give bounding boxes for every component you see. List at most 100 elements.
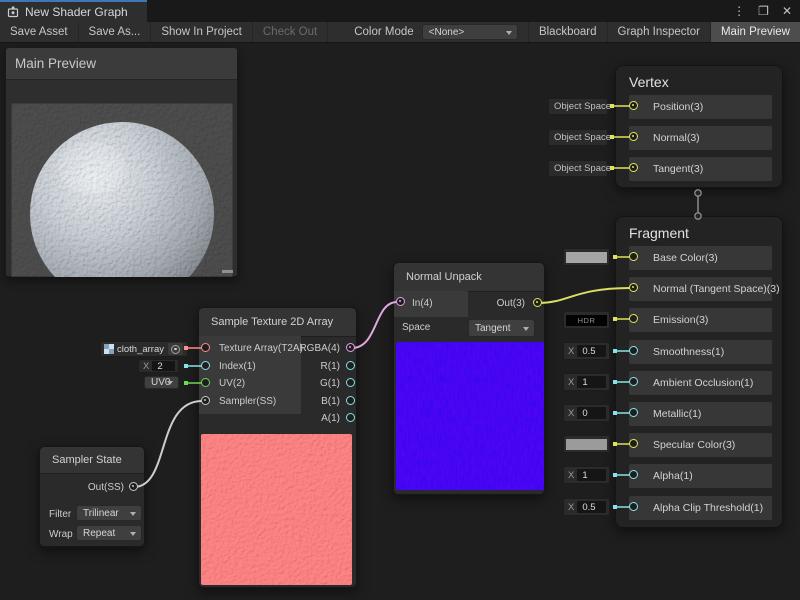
save-as-button[interactable]: Save As...: [79, 22, 152, 42]
shader-graph-canvas[interactable]: Main Preview Ver: [0, 0, 800, 600]
filter-dropdown[interactable]: Trilinear: [76, 505, 142, 521]
window-maximize-button[interactable]: ❐: [758, 0, 769, 22]
port-a-out[interactable]: [346, 413, 355, 422]
uv-channel-dropdown[interactable]: UV0: [144, 376, 179, 389]
wrap-value: Repeat: [83, 528, 115, 539]
metallic-field[interactable]: X 0: [563, 404, 610, 422]
smoothness-field[interactable]: X 0.5: [563, 342, 610, 360]
in-label: In(4): [412, 298, 433, 309]
alpha-value[interactable]: 1: [577, 469, 606, 481]
main-preview-toggle[interactable]: Main Preview: [710, 22, 800, 42]
main-preview-header[interactable]: Main Preview: [6, 48, 237, 80]
slot-ambient-occlusion[interactable]: Ambient Occlusion(1): [629, 371, 772, 395]
port-specular-color[interactable]: [629, 439, 638, 448]
x-label: X: [568, 408, 574, 419]
color-swatch: [566, 439, 607, 450]
x-label: X: [568, 470, 574, 481]
alpha-clip-field[interactable]: X 0.5: [563, 498, 610, 516]
slot-alpha-clip-threshold[interactable]: Alpha Clip Threshold(1): [629, 496, 772, 520]
port-rgba-out[interactable]: [346, 343, 355, 352]
port-normal-tangent-space[interactable]: [629, 283, 638, 292]
window-menu-button[interactable]: ⋮: [733, 0, 745, 22]
slot-base-color[interactable]: Base Color(3): [629, 246, 772, 270]
color-mode-value: <None>: [429, 27, 465, 38]
badge-port-dot: [610, 166, 614, 170]
slot-metallic[interactable]: Metallic(1): [629, 402, 772, 426]
widget-port-dot: [184, 381, 188, 385]
port-base-color[interactable]: [629, 252, 638, 261]
port-index-in[interactable]: [201, 361, 210, 370]
slot-specular-color[interactable]: Specular Color(3): [629, 433, 772, 457]
widget-port-dot: [613, 442, 617, 446]
blackboard-toggle[interactable]: Blackboard: [528, 22, 607, 42]
metallic-value[interactable]: 0: [577, 407, 606, 419]
panel-resize-grip[interactable]: [222, 270, 233, 273]
ambient-occlusion-value[interactable]: 1: [577, 376, 606, 388]
port-unpack-in[interactable]: [396, 297, 405, 306]
widget-port-dot: [613, 380, 617, 384]
port-vertex-normal[interactable]: [629, 132, 638, 141]
normal-unpack-node[interactable]: Normal Unpack In(4) Out(3) Space Tangent: [393, 262, 545, 495]
edge-rgba-to-in[interactable]: [352, 302, 397, 348]
vertex-node[interactable]: Vertex Position(3) Normal(3) Tangent(3): [615, 65, 783, 188]
show-in-project-button[interactable]: Show In Project: [151, 22, 253, 42]
slot-label: Alpha Clip Threshold(1): [653, 502, 763, 514]
widget-port-dot: [613, 505, 617, 509]
slot-normal[interactable]: Normal(3): [629, 126, 772, 150]
port-texture-array-in[interactable]: [201, 343, 210, 352]
slot-normal-ts[interactable]: Normal (Tangent Space)(3): [629, 277, 772, 301]
port-b-out[interactable]: [346, 396, 355, 405]
port-emission[interactable]: [629, 314, 638, 323]
slot-position[interactable]: Position(3): [629, 95, 772, 119]
uv-channel-value: UV0: [151, 377, 170, 388]
tab-new-shader-graph[interactable]: New Shader Graph: [0, 0, 147, 22]
wrap-dropdown[interactable]: Repeat: [76, 525, 142, 541]
index-value[interactable]: 2: [152, 361, 175, 371]
specular-color-swatch[interactable]: [563, 435, 610, 453]
sampler-state-node[interactable]: Sampler State Out(SS) Filter Trilinear W…: [39, 446, 145, 547]
vertex-node-title: Vertex: [629, 74, 669, 90]
sample-texture-2d-array-node[interactable]: Sample Texture 2D Array Texture Array(T2…: [198, 307, 357, 588]
color-mode-dropdown[interactable]: <None>: [422, 24, 518, 40]
space-dropdown[interactable]: Tangent: [468, 319, 535, 337]
port-vertex-tangent[interactable]: [629, 163, 638, 172]
port-sampler-in[interactable]: [201, 396, 210, 405]
port-r-out[interactable]: [346, 361, 355, 370]
slot-emission[interactable]: Emission(3): [629, 308, 772, 332]
check-out-button: Check Out: [253, 22, 328, 42]
object-picker-button[interactable]: [168, 343, 183, 355]
smoothness-value[interactable]: 0.5: [577, 345, 606, 357]
shader-graph-icon: [7, 6, 19, 18]
port-smoothness[interactable]: [629, 346, 638, 355]
graph-inspector-toggle[interactable]: Graph Inspector: [607, 22, 710, 42]
tab-bar: New Shader Graph ⋮ ❐ ✕: [0, 0, 800, 22]
alpha-field[interactable]: X 1: [563, 466, 610, 484]
fragment-node-title: Fragment: [629, 225, 689, 241]
binding-badge-normal[interactable]: Object Space: [548, 129, 608, 146]
window-close-button[interactable]: ✕: [782, 0, 792, 22]
slot-alpha[interactable]: Alpha(1): [629, 464, 772, 488]
save-asset-button[interactable]: Save Asset: [0, 22, 79, 42]
port-uv-in[interactable]: [201, 378, 210, 387]
ambient-occlusion-field[interactable]: X 1: [563, 373, 610, 391]
texture-array-object-field[interactable]: cloth_array: [100, 341, 188, 357]
emission-hdr-swatch[interactable]: HDR: [563, 311, 610, 329]
main-preview-panel[interactable]: Main Preview: [5, 47, 238, 277]
index-input-field[interactable]: X 2: [138, 359, 179, 373]
port-unpack-out[interactable]: [533, 298, 542, 307]
port-metallic[interactable]: [629, 408, 638, 417]
port-alpha-clip-threshold[interactable]: [629, 502, 638, 511]
slot-smoothness[interactable]: Smoothness(1): [629, 340, 772, 364]
base-color-swatch[interactable]: [563, 248, 610, 266]
port-g-out[interactable]: [346, 378, 355, 387]
port-vertex-position[interactable]: [629, 101, 638, 110]
binding-badge-tangent[interactable]: Object Space: [548, 160, 608, 177]
preview-sphere[interactable]: [6, 80, 237, 277]
port-ambient-occlusion[interactable]: [629, 377, 638, 386]
port-alpha[interactable]: [629, 470, 638, 479]
slot-tangent[interactable]: Tangent(3): [629, 157, 772, 181]
port-samplerstate-out[interactable]: [129, 482, 138, 491]
alpha-clip-value[interactable]: 0.5: [577, 501, 606, 513]
binding-badge-position[interactable]: Object Space: [548, 98, 608, 115]
fragment-node[interactable]: Fragment Base Color(3) Normal (Tangent S…: [615, 216, 783, 528]
